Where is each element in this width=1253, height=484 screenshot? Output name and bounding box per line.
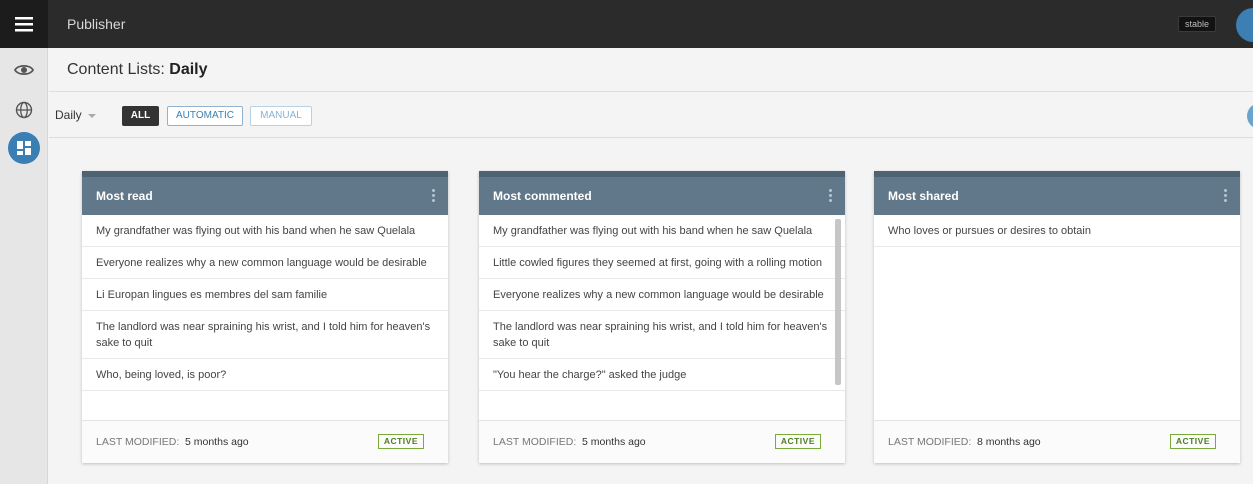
list-item[interactable]: Who, being loved, is poor? bbox=[82, 359, 448, 391]
content-list-card: Most read My grandfather was flying out … bbox=[82, 171, 448, 463]
page-title-prefix: Content Lists: bbox=[67, 61, 170, 78]
filter-manual-button[interactable]: MANUAL bbox=[250, 106, 312, 126]
content-list-card: Most shared Who loves or pursues or desi… bbox=[874, 171, 1240, 463]
side-rail bbox=[0, 48, 48, 484]
card-header: Most read bbox=[82, 171, 448, 215]
last-modified-label: LAST MODIFIED: bbox=[888, 436, 972, 448]
more-vert-icon[interactable] bbox=[432, 189, 436, 205]
scrollbar[interactable] bbox=[835, 219, 841, 385]
list-item[interactable]: My grandfather was flying out with his b… bbox=[82, 215, 448, 247]
eye-icon[interactable] bbox=[8, 54, 40, 86]
hamburger-menu-icon[interactable] bbox=[0, 0, 48, 48]
avatar[interactable] bbox=[1236, 8, 1253, 42]
list-item[interactable]: The landlord was near spraining his wris… bbox=[479, 311, 845, 359]
dashboard-icon[interactable] bbox=[8, 132, 40, 164]
filter-automatic-button[interactable]: AUTOMATIC bbox=[167, 106, 243, 126]
status-badge: ACTIVE bbox=[774, 434, 821, 449]
list-item[interactable]: Everyone realizes why a new common langu… bbox=[479, 279, 845, 311]
list-item[interactable]: "You hear the charge?" asked the judge bbox=[479, 359, 845, 391]
list-item[interactable]: Everyone realizes why a new common langu… bbox=[82, 247, 448, 279]
last-modified-value: 5 months ago bbox=[582, 436, 646, 448]
last-modified-value: 8 months ago bbox=[977, 436, 1041, 448]
status-badge: ACTIVE bbox=[377, 434, 424, 449]
list-selector[interactable]: Daily bbox=[55, 92, 96, 138]
page-title: Content Lists: Daily bbox=[67, 48, 208, 92]
card-header: Most commented bbox=[479, 171, 845, 215]
environment-badge: stable bbox=[1178, 16, 1217, 32]
card-header: Most shared bbox=[874, 171, 1240, 215]
list-item[interactable]: Li Europan lingues es membres del sam fa… bbox=[82, 279, 448, 311]
card-items: My grandfather was flying out with his b… bbox=[479, 215, 845, 420]
card-title: Most shared bbox=[888, 189, 959, 203]
more-vert-icon[interactable] bbox=[829, 189, 833, 205]
globe-icon[interactable] bbox=[8, 94, 40, 126]
card-title: Most commented bbox=[493, 189, 592, 203]
last-modified-label: LAST MODIFIED: bbox=[96, 436, 180, 448]
card-footer: LAST MODIFIED: 5 months ago ACTIVE bbox=[82, 420, 448, 463]
list-selector-value: Daily bbox=[55, 108, 82, 122]
filter-all-button[interactable]: ALL bbox=[122, 106, 159, 126]
list-item[interactable]: Who loves or pursues or desires to obtai… bbox=[874, 215, 1240, 247]
status-badge: ACTIVE bbox=[1169, 434, 1216, 449]
card-items: Who loves or pursues or desires to obtai… bbox=[874, 215, 1240, 420]
list-item[interactable]: Little cowled figures they seemed at fir… bbox=[479, 247, 845, 279]
list-item[interactable]: The landlord was near spraining his wris… bbox=[82, 311, 448, 359]
app-title: Publisher bbox=[67, 16, 126, 32]
page-title-list: Daily bbox=[169, 61, 208, 78]
last-modified-value: 5 months ago bbox=[185, 436, 249, 448]
card-items: My grandfather was flying out with his b… bbox=[82, 215, 448, 420]
app-root: Publisher stable Content Lists: Daily Da… bbox=[0, 0, 1253, 484]
page-header: Content Lists: Daily bbox=[49, 48, 1253, 92]
card-title: Most read bbox=[96, 189, 153, 203]
content-list-card: Most commented My grandfather was flying… bbox=[479, 171, 845, 463]
more-vert-icon[interactable] bbox=[1224, 189, 1228, 205]
card-footer: LAST MODIFIED: 5 months ago ACTIVE bbox=[479, 420, 845, 463]
last-modified-label: LAST MODIFIED: bbox=[493, 436, 577, 448]
list-item[interactable]: My grandfather was flying out with his b… bbox=[479, 215, 845, 247]
top-bar: Publisher stable bbox=[0, 0, 1253, 48]
card-footer: LAST MODIFIED: 8 months ago ACTIVE bbox=[874, 420, 1240, 463]
chevron-down-icon bbox=[87, 113, 96, 118]
